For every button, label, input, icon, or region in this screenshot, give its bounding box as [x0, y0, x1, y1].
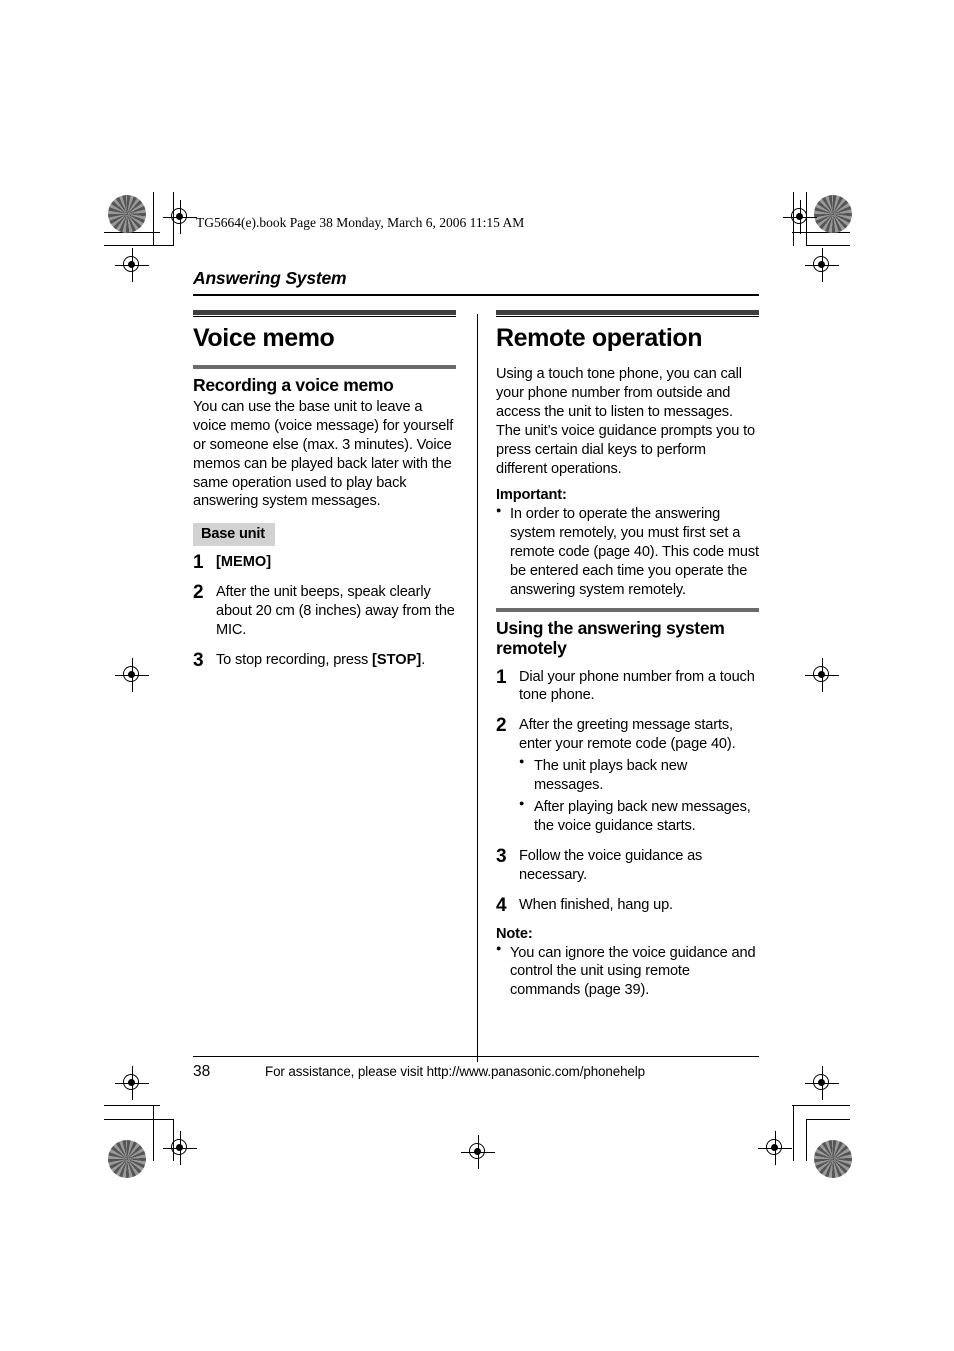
bullet-item: In order to operate the answering system… — [496, 505, 759, 599]
subsection-rule-right — [496, 608, 759, 613]
halftone-circle-bottom-left — [108, 1140, 146, 1178]
important-bullet-list: In order to operate the answering system… — [496, 505, 759, 599]
registration-mark-left-middle — [115, 658, 149, 692]
crop-line-bottom-right-h2 — [806, 1119, 850, 1121]
remote-operation-steps: 1 Dial your phone number from a touch ton… — [496, 666, 759, 916]
key-label-stop: [STOP] — [372, 651, 422, 668]
page-footer: 38 For assistance, please visit http://w… — [193, 1056, 759, 1081]
step-number: 1 — [193, 552, 204, 574]
step-number: 1 — [496, 666, 507, 688]
left-column: Voice memo Recording a voice memo You ca… — [193, 309, 474, 1008]
registration-mark-bottom-right-outer — [805, 1066, 839, 1100]
file-stamp: TG5664(e).book Page 38 Monday, March 6, … — [196, 215, 525, 230]
step-text: Dial your phone number from a touch tone… — [519, 668, 755, 704]
registration-mark-top-left-inner — [163, 200, 197, 234]
step-sub-bullet-list: The unit plays back new messages. After … — [519, 756, 759, 836]
crop-line-bottom-left-h — [104, 1105, 160, 1107]
voice-memo-steps: 1 [MEMO] 2 After the unit beeps, speak cle… — [193, 552, 456, 671]
step-text: Follow the voice guidance as necessary. — [519, 848, 703, 883]
step-item: 2 After the unit beeps, speak clearly abo… — [193, 582, 456, 639]
step-number: 2 — [496, 715, 507, 737]
step-number: 3 — [496, 846, 507, 868]
halftone-circle-top-left — [108, 195, 146, 233]
voice-memo-intro-paragraph: You can use the base unit to leave a voi… — [193, 399, 454, 510]
crop-line-bottom-left-v — [153, 1105, 155, 1161]
running-head: Answering System — [193, 268, 347, 288]
key-label-memo: [MEMO] — [216, 554, 272, 571]
registration-mark-right-middle — [805, 658, 839, 692]
step-text: When finished, hang up. — [519, 896, 673, 913]
device-tag-base-unit: Base unit — [193, 523, 275, 547]
bullet-item: You can ignore the voice guidance and co… — [496, 943, 759, 1000]
bullet-item: After playing back new messages, the voi… — [519, 798, 759, 836]
manual-page: TG5664(e).book Page 38 Monday, March 6, … — [0, 0, 954, 1351]
step-item: 4 When finished, hang up. — [496, 895, 759, 916]
registration-mark-bottom-left-inner — [163, 1131, 197, 1165]
halftone-circle-bottom-right — [814, 1140, 852, 1178]
note-label: Note: — [496, 925, 533, 942]
step-text: After the greeting message starts, enter… — [519, 717, 736, 753]
step-number: 4 — [496, 894, 507, 916]
step-item: 3 Follow the voice guidance as necessary. — [496, 846, 759, 885]
crop-line-bottom-right-v — [793, 1105, 795, 1161]
step-item: 3 To stop recording, press [STOP]. — [193, 650, 456, 671]
registration-mark-top-right-outer — [805, 248, 839, 282]
registration-mark-bottom-right-inner — [758, 1131, 792, 1165]
subsection-rule-left — [193, 365, 456, 370]
page-content: Answering System Voice memo Recording a … — [193, 268, 759, 1062]
crop-line-top-left-v — [153, 192, 155, 246]
section-rule-thick-left — [193, 309, 456, 315]
footer-row: 38 For assistance, please visit http://w… — [193, 1057, 759, 1081]
subsection-title-recording-voice-memo: Recording a voice memo — [193, 375, 394, 396]
two-column-layout: Voice memo Recording a voice memo You ca… — [193, 309, 759, 1062]
registration-mark-bottom-center — [461, 1135, 495, 1169]
section-title-remote-operation: Remote operation — [496, 324, 703, 353]
page-number: 38 — [193, 1063, 211, 1081]
section-rule-thick-right — [496, 309, 759, 315]
section-title-voice-memo: Voice memo — [193, 324, 335, 353]
registration-mark-top-right-inner — [783, 200, 817, 234]
step-item: 1 [MEMO] — [193, 552, 456, 573]
step-text-tail: . — [421, 651, 426, 668]
crop-line-bottom-right-v2 — [806, 1119, 808, 1161]
bullet-item: The unit plays back new messages. — [519, 756, 759, 795]
important-label: Important: — [496, 487, 567, 504]
crop-line-top-left-h2 — [104, 245, 174, 247]
subsection-title-using-answering-system-remotely: Using the answering system remotely — [496, 618, 725, 659]
step-text: To stop recording, press — [216, 651, 373, 668]
crop-line-top-right-h2 — [806, 245, 850, 247]
step-item: 2 After the greeting message starts, ente… — [496, 715, 759, 836]
step-text: After the unit beeps, speak clearly abou… — [216, 584, 455, 638]
note-bullet-list: You can ignore the voice guidance and co… — [496, 943, 759, 1000]
section-rule-thin-right — [496, 316, 759, 318]
step-number: 2 — [193, 582, 204, 604]
remote-operation-intro-paragraph: Using a touch tone phone, you can call y… — [496, 366, 756, 477]
running-head-rule — [193, 294, 759, 296]
halftone-circle-top-right — [814, 195, 852, 233]
assistance-text: For assistance, please visit http://www.… — [265, 1064, 646, 1080]
right-column: Remote operation Using a touch tone phon… — [474, 309, 759, 1008]
section-rule-thin-left — [193, 316, 456, 318]
step-item: 1 Dial your phone number from a touch ton… — [496, 666, 759, 706]
step-number: 3 — [193, 649, 204, 671]
registration-mark-top-left-outer — [115, 248, 149, 282]
registration-mark-bottom-left-outer — [115, 1066, 149, 1100]
column-divider — [477, 313, 479, 1062]
crop-line-bottom-right-h — [792, 1105, 850, 1107]
crop-line-bottom-left-h2 — [104, 1119, 174, 1121]
